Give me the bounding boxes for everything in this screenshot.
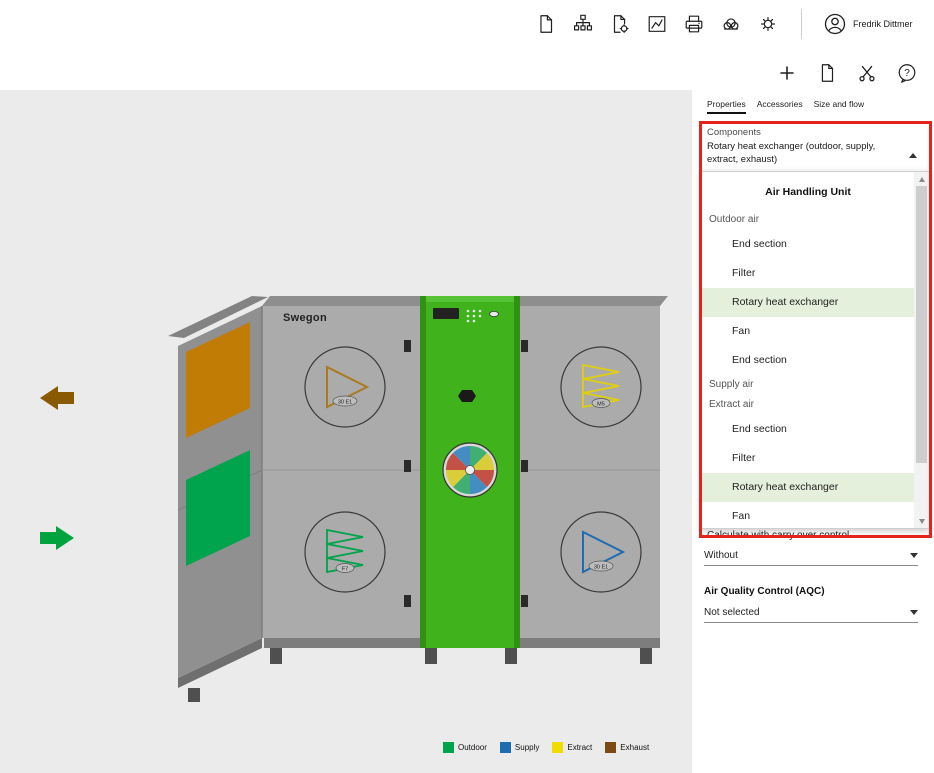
copy-button[interactable] — [814, 60, 840, 86]
cut-button[interactable] — [854, 60, 880, 86]
svg-text:?: ? — [904, 68, 910, 79]
legend-item-outdoor: Outdoor — [443, 742, 487, 753]
chart-icon — [646, 13, 668, 35]
components-dropdown-list: Air Handling Unit Outdoor air End sectio… — [701, 171, 930, 529]
carry-over-value: Without — [704, 550, 738, 561]
plus-icon — [776, 62, 798, 84]
settings-button[interactable] — [755, 11, 781, 37]
legend-item-extract: Extract — [552, 742, 592, 753]
distribution-tree-icon — [572, 13, 594, 35]
cloud-icon — [720, 13, 742, 35]
gear-icon — [757, 13, 779, 35]
new-document-button[interactable] — [533, 11, 559, 37]
svg-text:M5: M5 — [597, 402, 605, 408]
scissors-icon — [856, 62, 878, 84]
legend-item-supply: Supply — [500, 742, 539, 753]
user-name: Fredrik Dittmer — [853, 19, 913, 29]
caret-down-icon — [910, 610, 918, 615]
legend-swatch-extract — [552, 742, 563, 753]
exhaust-flow-arrow[interactable] — [40, 386, 74, 410]
scroll-down-icon — [919, 519, 925, 524]
new-document-icon — [535, 13, 557, 35]
list-item-air-handling-unit[interactable]: Air Handling Unit — [702, 180, 914, 205]
control-display — [433, 308, 459, 319]
legend-swatch-supply — [500, 742, 511, 753]
document-icon — [816, 62, 838, 84]
caret-up-icon — [909, 153, 917, 158]
help-icon: ? — [896, 62, 918, 84]
report-button[interactable] — [644, 11, 670, 37]
top-header: Fredrik Dittmer ? — [0, 0, 934, 90]
distribution-button[interactable] — [570, 11, 596, 37]
header-divider — [801, 9, 802, 39]
print-button[interactable] — [681, 11, 707, 37]
scroll-up-icon — [919, 177, 925, 182]
list-item-fan[interactable]: Fan — [702, 317, 914, 346]
secondary-toolbar: ? — [774, 60, 920, 86]
list-item-end-section[interactable]: End section — [702, 415, 914, 444]
aqc-label: Air Quality Control (AQC) — [704, 586, 825, 597]
list-item-rotary-heat-exchanger[interactable]: Rotary heat exchanger — [702, 288, 914, 317]
brand-logo: Swegon — [283, 312, 327, 324]
list-item-rotary-heat-exchanger[interactable]: Rotary heat exchanger — [702, 473, 914, 502]
ahu-3d-view[interactable]: Swegon 30 E1 M5 F7 — [0, 90, 692, 773]
carry-over-select[interactable]: Without — [704, 546, 918, 566]
list-item-filter[interactable]: Filter — [702, 444, 914, 473]
scrollbar-thumb[interactable] — [916, 186, 927, 463]
svg-text:30 E1: 30 E1 — [594, 565, 608, 571]
rotary-heat-exchanger-symbol[interactable] — [443, 443, 497, 497]
legend-swatch-outdoor — [443, 742, 454, 753]
main-toolbar: Fredrik Dittmer — [533, 9, 913, 39]
list-group-supply-air: Supply air — [702, 375, 914, 395]
components-select[interactable]: Rotary heat exchanger (outdoor, supply, … — [707, 141, 929, 166]
user-menu[interactable]: Fredrik Dittmer — [823, 12, 913, 36]
weather-button[interactable] — [718, 11, 744, 37]
aqc-value: Not selected — [704, 607, 760, 618]
add-button[interactable] — [774, 60, 800, 86]
carry-over-label: Calculate with carry over control — [707, 530, 849, 541]
list-item-filter[interactable]: Filter — [702, 259, 914, 288]
help-button[interactable]: ? — [894, 60, 920, 86]
aqc-select[interactable]: Not selected — [704, 603, 918, 623]
list-item-fan[interactable]: Fan — [702, 502, 914, 529]
tab-size-and-flow[interactable]: Size and flow — [814, 99, 865, 114]
svg-text:30 E1: 30 E1 — [338, 400, 352, 406]
printer-icon — [683, 13, 705, 35]
list-group-extract-air: Extract air — [702, 395, 914, 415]
components-label: Components — [707, 127, 761, 138]
list-group-outdoor-air: Outdoor air — [702, 210, 914, 230]
scroll-down-button[interactable] — [914, 514, 929, 528]
document-gear-icon — [609, 13, 631, 35]
legend-item-exhaust: Exhaust — [605, 742, 649, 753]
flow-legend: Outdoor Supply Extract Exhaust — [443, 742, 649, 753]
caret-down-icon — [910, 553, 918, 558]
list-item-end-section[interactable]: End section — [702, 346, 914, 375]
legend-swatch-exhaust — [605, 742, 616, 753]
panel-tabs: Properties Accessories Size and flow — [707, 99, 864, 114]
outdoor-flow-arrow[interactable] — [40, 526, 74, 550]
components-selected-value: Rotary heat exchanger (outdoor, supply, … — [707, 141, 905, 166]
tab-properties[interactable]: Properties — [707, 99, 746, 114]
svg-text:F7: F7 — [342, 567, 348, 573]
tab-accessories[interactable]: Accessories — [757, 99, 803, 114]
user-icon — [823, 12, 847, 36]
scroll-up-button[interactable] — [914, 172, 929, 186]
list-item-end-section[interactable]: End section — [702, 230, 914, 259]
document-settings-button[interactable] — [607, 11, 633, 37]
list-scrollbar[interactable] — [914, 172, 929, 528]
drawing-canvas[interactable]: Swegon 30 E1 M5 F7 — [0, 90, 692, 773]
